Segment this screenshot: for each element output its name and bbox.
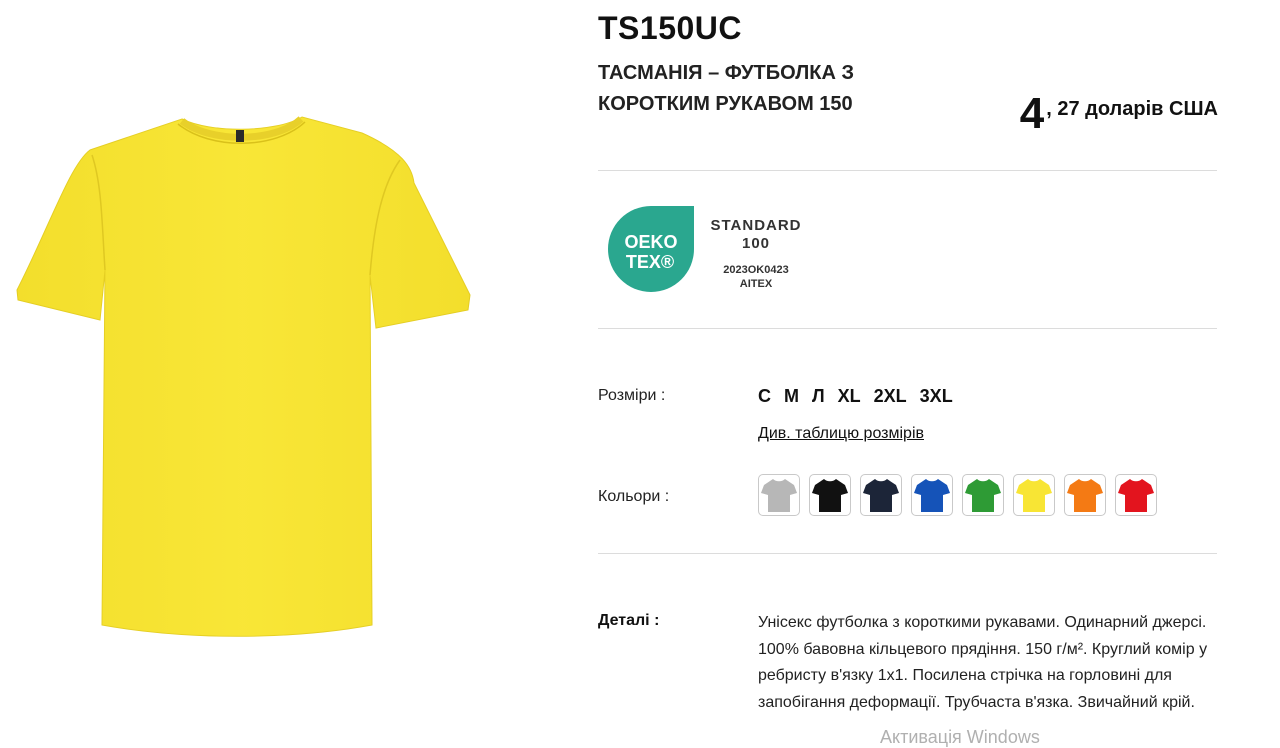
size-option[interactable]: 2XL — [874, 386, 907, 407]
windows-activation-watermark: Активація Windows — [880, 727, 1040, 747]
oeko-logo-line1: OEKO — [624, 232, 677, 252]
size-option[interactable]: М — [784, 386, 799, 407]
product-name: ТАСМАНІЯ – ФУТБОЛКА З КОРОТКИМ РУКАВОМ 1… — [598, 62, 854, 115]
oeko-tex-logo: OEKO TEX® — [608, 206, 694, 292]
tshirt-icon — [1016, 479, 1052, 512]
divider — [598, 170, 1217, 171]
color-swatch-red[interactable] — [1115, 474, 1157, 516]
price-integer: 4 — [1019, 89, 1045, 138]
tshirt-icon — [965, 479, 1001, 512]
divider — [598, 553, 1217, 554]
tshirt-icon — [1067, 479, 1103, 512]
divider — [598, 328, 1217, 329]
tshirt-icon — [914, 479, 950, 512]
color-swatch-black[interactable] — [809, 474, 851, 516]
size-selector: С М Л XL 2XL 3XL — [758, 386, 953, 407]
product-info: TS150UC ТАСМАНІЯ – ФУТБОЛКА З КОРОТКИМ Р… — [598, 0, 1218, 739]
tshirt-icon — [812, 479, 848, 512]
tshirt-icon — [761, 479, 797, 512]
product-image — [10, 105, 480, 645]
size-chart-link[interactable]: Див. таблицю розмірів — [758, 425, 924, 443]
size-option[interactable]: Л — [812, 386, 825, 407]
certification-code: 2023OK0423 — [723, 264, 789, 276]
colors-label: Кольори : — [598, 488, 670, 505]
certification-text: STANDARD 100 2023OK0423 AITEX — [706, 216, 806, 291]
certification-number: 100 — [741, 235, 771, 252]
tshirt-icon — [863, 479, 899, 512]
tshirt-icon — [1118, 479, 1154, 512]
sizes-label: Розміри : — [598, 387, 666, 404]
color-swatch-navy[interactable] — [860, 474, 902, 516]
oeko-logo-line2: TEX® — [626, 252, 674, 272]
details-text: Унісекс футболка з короткими рукавами. О… — [758, 614, 1208, 711]
size-option[interactable]: С — [758, 386, 771, 407]
yellow-tshirt-image — [16, 116, 471, 637]
certification-lab: AITEX — [739, 278, 773, 290]
color-swatch-royal-blue[interactable] — [911, 474, 953, 516]
color-selector — [758, 474, 1157, 516]
size-option[interactable]: 3XL — [920, 386, 953, 407]
color-swatch-orange[interactable] — [1064, 474, 1106, 516]
size-option[interactable]: XL — [838, 386, 861, 407]
color-swatch-grey[interactable] — [758, 474, 800, 516]
details-label: Деталі : — [598, 612, 660, 629]
color-swatch-green[interactable] — [962, 474, 1004, 516]
certification-standard: STANDARD — [710, 217, 802, 234]
color-swatch-yellow[interactable] — [1013, 474, 1055, 516]
price-rest: , 27 доларів США — [1046, 98, 1218, 120]
product-sku: TS150UC — [598, 10, 742, 46]
product-price: 4 , 27 доларів США — [1020, 92, 1218, 136]
